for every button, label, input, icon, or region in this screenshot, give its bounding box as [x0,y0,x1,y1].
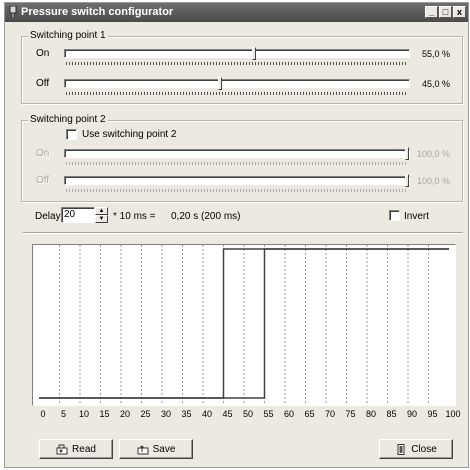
x-tick-label: 25 [140,409,150,419]
app-icon [9,6,17,18]
spin-down-icon[interactable]: ▼ [95,215,108,223]
use-sp2-label[interactable]: Use switching point 2 [82,129,177,140]
maximize-icon: □ [442,7,449,17]
x-tick-label: 0 [40,409,45,419]
delay-input-value: 20 [64,209,76,220]
invert-label[interactable]: Invert [404,211,429,222]
configurator-window: Pressure switch configurator _ □ x Switc… [4,2,469,468]
sp1-on-slider-thumb[interactable] [252,47,256,60]
x-tick-label: 40 [202,409,212,419]
read-icon [56,444,68,454]
sp1-on-ticks [66,62,408,65]
sp2-off-ticks [66,189,408,192]
minimize-button[interactable]: _ [425,6,438,18]
sp2-off-slider-thumb[interactable] [405,174,409,187]
sp1-off-slider[interactable] [64,77,410,90]
x-tick-label: 95 [427,409,437,419]
window-title: Pressure switch configurator [21,6,174,18]
door-icon [397,443,405,455]
use-sp2-checkbox[interactable] [66,129,77,140]
title-bar[interactable]: Pressure switch configurator _ □ x [5,3,468,22]
delay-result: 0,20 s (200 ms) [171,211,241,222]
sp2-off-value: 100,0 % [416,176,450,186]
delay-input[interactable]: 20 [61,207,95,223]
switching-point-1-group: Switching point 1 On 55,0 % Off 45,0 % [21,30,463,104]
sp2-on-slider-thumb[interactable] [405,147,409,160]
switching-chart [39,245,449,405]
x-tick-label: 60 [284,409,294,419]
separator [23,232,463,234]
switching-point-1-legend: Switching point 1 [28,30,108,41]
x-tick-label: 85 [386,409,396,419]
x-tick-label: 15 [99,409,109,419]
x-tick-label: 45 [222,409,232,419]
save-button-label: Save [152,443,176,455]
sp1-off-ticks [66,92,408,95]
chart-series-line-2 [39,248,449,399]
x-tick-label: 50 [243,409,253,419]
x-tick-label: 65 [304,409,314,419]
x-tick-label: 10 [79,409,89,419]
close-button[interactable]: Close [379,439,453,459]
save-button[interactable]: Save [119,439,193,459]
sp1-off-value: 45,0 % [421,79,450,89]
close-button-label: Close [411,443,437,455]
chart-series-line-1 [39,248,449,399]
switching-point-2-group: Switching point 2 Use switching point 2 … [21,114,463,202]
sp2-off-slider[interactable] [64,174,410,187]
maximize-button[interactable]: □ [439,6,452,18]
sp1-off-slider-thumb[interactable] [218,77,222,90]
sp1-on-label: On [36,48,50,59]
x-tick-label: 100 [445,409,460,419]
sp2-on-label: On [36,148,50,159]
x-tick-label: 55 [263,409,273,419]
switching-chart-frame [32,244,456,406]
minimize-icon: _ [428,7,434,17]
chart-x-axis: 0 5 10 15 20 25 30 35 40 45 50 55 60 65 70 75 80 85 90 95 10… [40,409,460,419]
x-tick-label: 5 [61,409,66,419]
delay-label: Delay [35,211,61,222]
sp1-on-slider[interactable] [64,47,410,60]
close-window-button[interactable]: x [453,6,466,18]
read-button[interactable]: Read [39,439,113,459]
delay-unit: * 10 ms = [113,211,156,222]
x-tick-label: 75 [345,409,355,419]
invert-checkbox[interactable] [389,210,400,221]
sp2-on-value: 100,0 % [416,149,450,159]
save-icon [137,444,149,454]
sp2-on-slider[interactable] [64,147,410,160]
x-tick-label: 35 [181,409,191,419]
read-button-label: Read [72,443,96,455]
switching-point-2-legend: Switching point 2 [28,114,108,125]
sp2-on-ticks [66,162,408,165]
sp1-on-value: 55,0 % [421,49,450,59]
sp1-off-label: Off [36,78,50,89]
spin-up-icon[interactable]: ▲ [95,207,108,215]
x-tick-label: 30 [161,409,171,419]
x-tick-label: 80 [366,409,376,419]
close-icon: x [456,7,462,17]
x-tick-label: 90 [407,409,417,419]
x-tick-label: 70 [325,409,335,419]
x-tick-label: 20 [120,409,130,419]
sp2-off-label: Off [36,175,50,186]
delay-spinner[interactable]: ▲ ▼ [95,207,108,223]
